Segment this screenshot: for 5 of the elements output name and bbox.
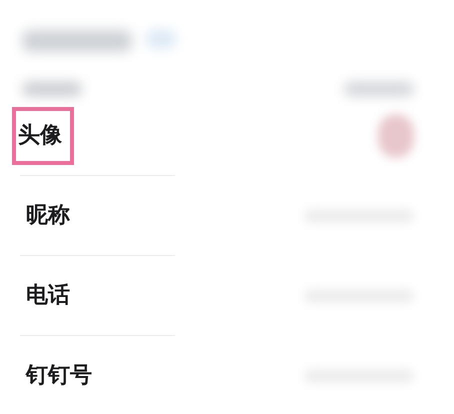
row-label[interactable]: 头像 (12, 107, 74, 165)
row-label[interactable]: 钉钉号 (20, 347, 104, 405)
row-label[interactable]: 电话 (20, 267, 82, 325)
blurred-avatar (378, 114, 414, 158)
row-label[interactable]: 昵称 (20, 187, 82, 245)
